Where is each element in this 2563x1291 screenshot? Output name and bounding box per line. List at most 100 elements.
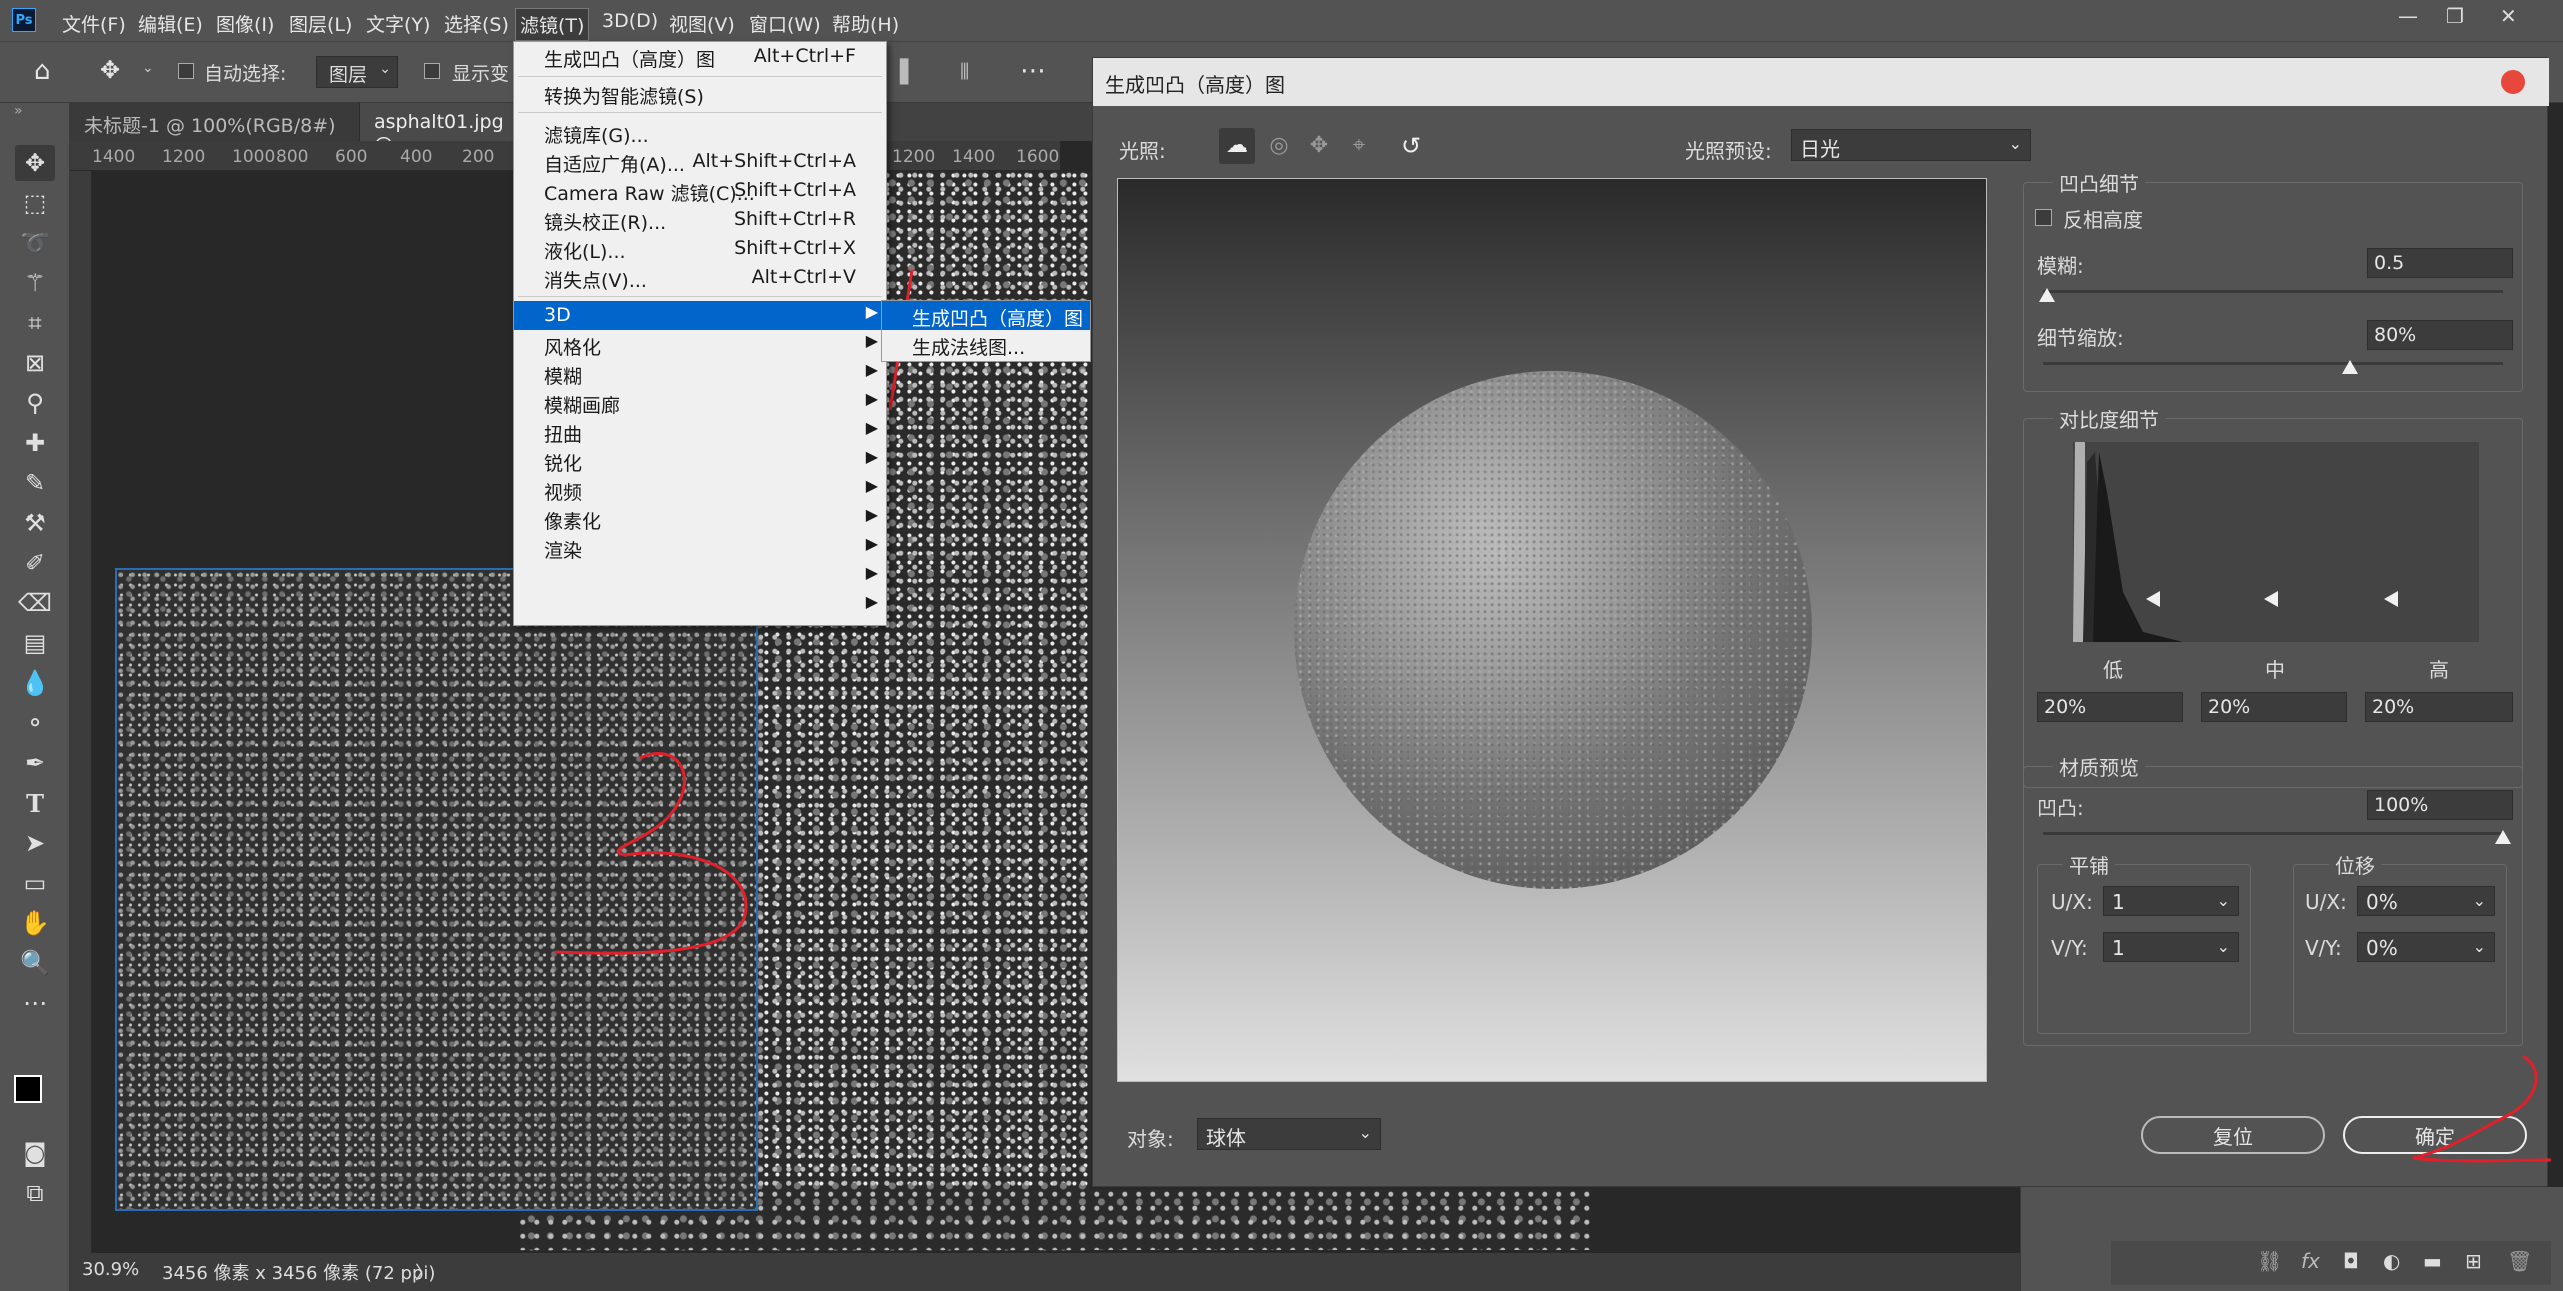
object-dropdown[interactable]: 球体 ⌄	[1197, 1118, 1381, 1150]
more-options-icon[interactable]: ⋯	[1020, 56, 1046, 86]
menu-image[interactable]: 图像(I)	[212, 8, 278, 39]
menu-item-sharpen[interactable]: 锐化 ▶	[514, 446, 886, 475]
zoom-level[interactable]: 30.9%	[82, 1259, 139, 1280]
rectangle-tool-icon[interactable]: ▭	[15, 865, 55, 901]
show-transform-checkbox[interactable]	[424, 63, 440, 79]
bump-slider-thumb[interactable]	[2495, 830, 2511, 844]
menu-item-lens-correction[interactable]: 镜头校正(R)... Shift+Ctrl+R	[514, 205, 886, 234]
lasso-tool-icon[interactable]: ➰	[15, 225, 55, 261]
contrast-histogram[interactable]	[2073, 442, 2479, 642]
reset-view-icon[interactable]: ↺	[1393, 128, 1429, 164]
menu-type[interactable]: 文字(Y)	[362, 8, 434, 39]
screen-mode-icon[interactable]: ⧉	[15, 1175, 55, 1211]
blur-tool-icon[interactable]: 💧	[15, 665, 55, 701]
detail-scale-slider[interactable]	[2043, 362, 2503, 365]
menu-item-blur-gallery[interactable]: 模糊画廊 ▶	[514, 388, 886, 417]
dodge-tool-icon[interactable]: ⚬	[15, 705, 55, 741]
align-bottom-icon[interactable]: ▌	[900, 60, 917, 85]
invert-height-checkbox[interactable]	[2035, 209, 2052, 226]
marquee-tool-icon[interactable]: ⬚	[15, 185, 55, 221]
quick-mask-icon[interactable]: ◙	[15, 1135, 55, 1171]
bump-slider[interactable]	[2043, 832, 2503, 835]
offset-vy-dropdown[interactable]: 0% ⌄	[2357, 932, 2495, 962]
brush-tool-icon[interactable]: ✎	[15, 465, 55, 501]
reset-button[interactable]: 复位	[2141, 1116, 2325, 1154]
menu-item-video[interactable]: 视频 ▶	[514, 475, 886, 504]
light-point-icon[interactable]: ✥	[1301, 128, 1337, 164]
menu-item-render[interactable]: 渲染 ▶	[514, 533, 886, 562]
auto-select-dropdown[interactable]: 图层 ⌄	[316, 56, 398, 88]
new-layer-icon[interactable]: ⊞	[2465, 1249, 2482, 1273]
chevron-down-icon[interactable]: ⌄	[142, 60, 154, 76]
lighting-preset-dropdown[interactable]: 日光 ⌄	[1791, 129, 2031, 161]
type-tool-icon[interactable]: T	[15, 785, 55, 821]
layer-style-icon[interactable]: fx	[2301, 1249, 2320, 1273]
home-icon[interactable]: ⌂	[34, 56, 51, 86]
low-contrast-handle[interactable]	[2146, 591, 2160, 607]
foreground-color-swatch[interactable]	[14, 1075, 42, 1103]
light-spot-icon[interactable]: ◎	[1261, 128, 1297, 164]
stamp-tool-icon[interactable]: ⚒	[15, 505, 55, 541]
menu-item-distort[interactable]: 扭曲 ▶	[514, 417, 886, 446]
menu-filter[interactable]: 滤镜(T)	[515, 8, 590, 41]
menu-item-more-2[interactable]: ▶	[514, 591, 886, 620]
status-more-icon[interactable]: 〉	[415, 1259, 433, 1285]
crop-tool-icon[interactable]: ⌗	[15, 305, 55, 341]
menu-item-blur[interactable]: 模糊 ▶	[514, 359, 886, 388]
blur-slider-thumb[interactable]	[2039, 288, 2055, 302]
pen-tool-icon[interactable]: ✒	[15, 745, 55, 781]
distribute-icon[interactable]: ⫴	[960, 60, 969, 85]
maximize-icon[interactable]: ❐	[2446, 4, 2464, 28]
offset-ux-dropdown[interactable]: 0% ⌄	[2357, 886, 2495, 916]
adjustment-layer-icon[interactable]: ◐	[2383, 1249, 2400, 1273]
menu-item-convert-smart-filter[interactable]: 转换为智能滤镜(S)	[514, 79, 886, 108]
document-tab-untitled[interactable]: 未标题-1 @ 100%(RGB/8#) * ×	[70, 103, 360, 160]
gradient-tool-icon[interactable]: ▤	[15, 625, 55, 661]
detail-scale-slider-thumb[interactable]	[2342, 360, 2358, 374]
move-tool-icon[interactable]: ✥	[15, 145, 55, 181]
menu-item-liquify[interactable]: 液化(L)... Shift+Ctrl+X	[514, 234, 886, 263]
low-contrast-input[interactable]: 20%	[2037, 692, 2183, 722]
healing-brush-tool-icon[interactable]: ✚	[15, 425, 55, 461]
submenu-item-generate-normal-map[interactable]: 生成法线图...	[882, 330, 1090, 359]
menu-item-generate-bump-map[interactable]: 生成凹凸（高度）图 Alt+Ctrl+F	[514, 42, 886, 71]
light-infinite-icon[interactable]: ☁	[1219, 128, 1255, 164]
menu-item-more-1[interactable]: ▶	[514, 562, 886, 591]
menu-view[interactable]: 视图(V)	[665, 8, 739, 39]
menu-item-filter-gallery[interactable]: 滤镜库(G)...	[514, 118, 886, 147]
light-move-icon[interactable]: ⌖	[1341, 128, 1377, 164]
link-layers-icon[interactable]: ⛓	[2257, 1249, 2282, 1273]
history-brush-tool-icon[interactable]: ✐	[15, 545, 55, 581]
detail-scale-input[interactable]: 80%	[2367, 320, 2513, 350]
close-window-icon[interactable]: ✕	[2500, 4, 2517, 28]
auto-select-checkbox[interactable]	[178, 63, 194, 79]
menu-edit[interactable]: 编辑(E)	[134, 8, 207, 39]
menu-layer[interactable]: 图层(L)	[285, 8, 356, 39]
minimize-icon[interactable]: —	[2398, 4, 2418, 28]
eyedropper-tool-icon[interactable]: ⚲	[15, 385, 55, 421]
mid-contrast-handle[interactable]	[2264, 591, 2278, 607]
menu-item-3d[interactable]: 3D ▶	[514, 301, 886, 330]
tile-ux-dropdown[interactable]: 1 ⌄	[2103, 886, 2239, 916]
menu-item-adaptive-wide-angle[interactable]: 自适应广角(A)... Alt+Shift+Ctrl+A	[514, 147, 886, 176]
menu-item-vanishing-point[interactable]: 消失点(V)... Alt+Ctrl+V	[514, 263, 886, 292]
3d-preview-viewport[interactable]	[1117, 178, 1987, 1082]
blur-input[interactable]: 0.5	[2367, 248, 2513, 278]
menu-item-camera-raw[interactable]: Camera Raw 滤镜(C)... Shift+Ctrl+A	[514, 176, 886, 205]
document-tab-asphalt[interactable]: asphalt01.jpg @	[360, 103, 520, 155]
submenu-item-generate-bump-map[interactable]: 生成凹凸（高度）图	[882, 301, 1090, 330]
path-selection-tool-icon[interactable]: ➤	[15, 825, 55, 861]
tile-vy-dropdown[interactable]: 1 ⌄	[2103, 932, 2239, 962]
blur-slider[interactable]	[2043, 290, 2503, 293]
menu-help[interactable]: 帮助(H)	[828, 8, 903, 39]
menu-3d[interactable]: 3D(D)	[598, 8, 662, 34]
hand-tool-icon[interactable]: ✋	[15, 905, 55, 941]
high-contrast-handle[interactable]	[2384, 591, 2398, 607]
menu-select[interactable]: 选择(S)	[440, 8, 513, 39]
menu-item-pixelate[interactable]: 像素化 ▶	[514, 504, 886, 533]
mid-contrast-input[interactable]: 20%	[2201, 692, 2347, 722]
add-mask-icon[interactable]: ◘	[2343, 1249, 2359, 1273]
frame-tool-icon[interactable]: ⊠	[15, 345, 55, 381]
eraser-tool-icon[interactable]: ⌫	[15, 585, 55, 621]
new-group-icon[interactable]: ▬	[2423, 1249, 2442, 1273]
